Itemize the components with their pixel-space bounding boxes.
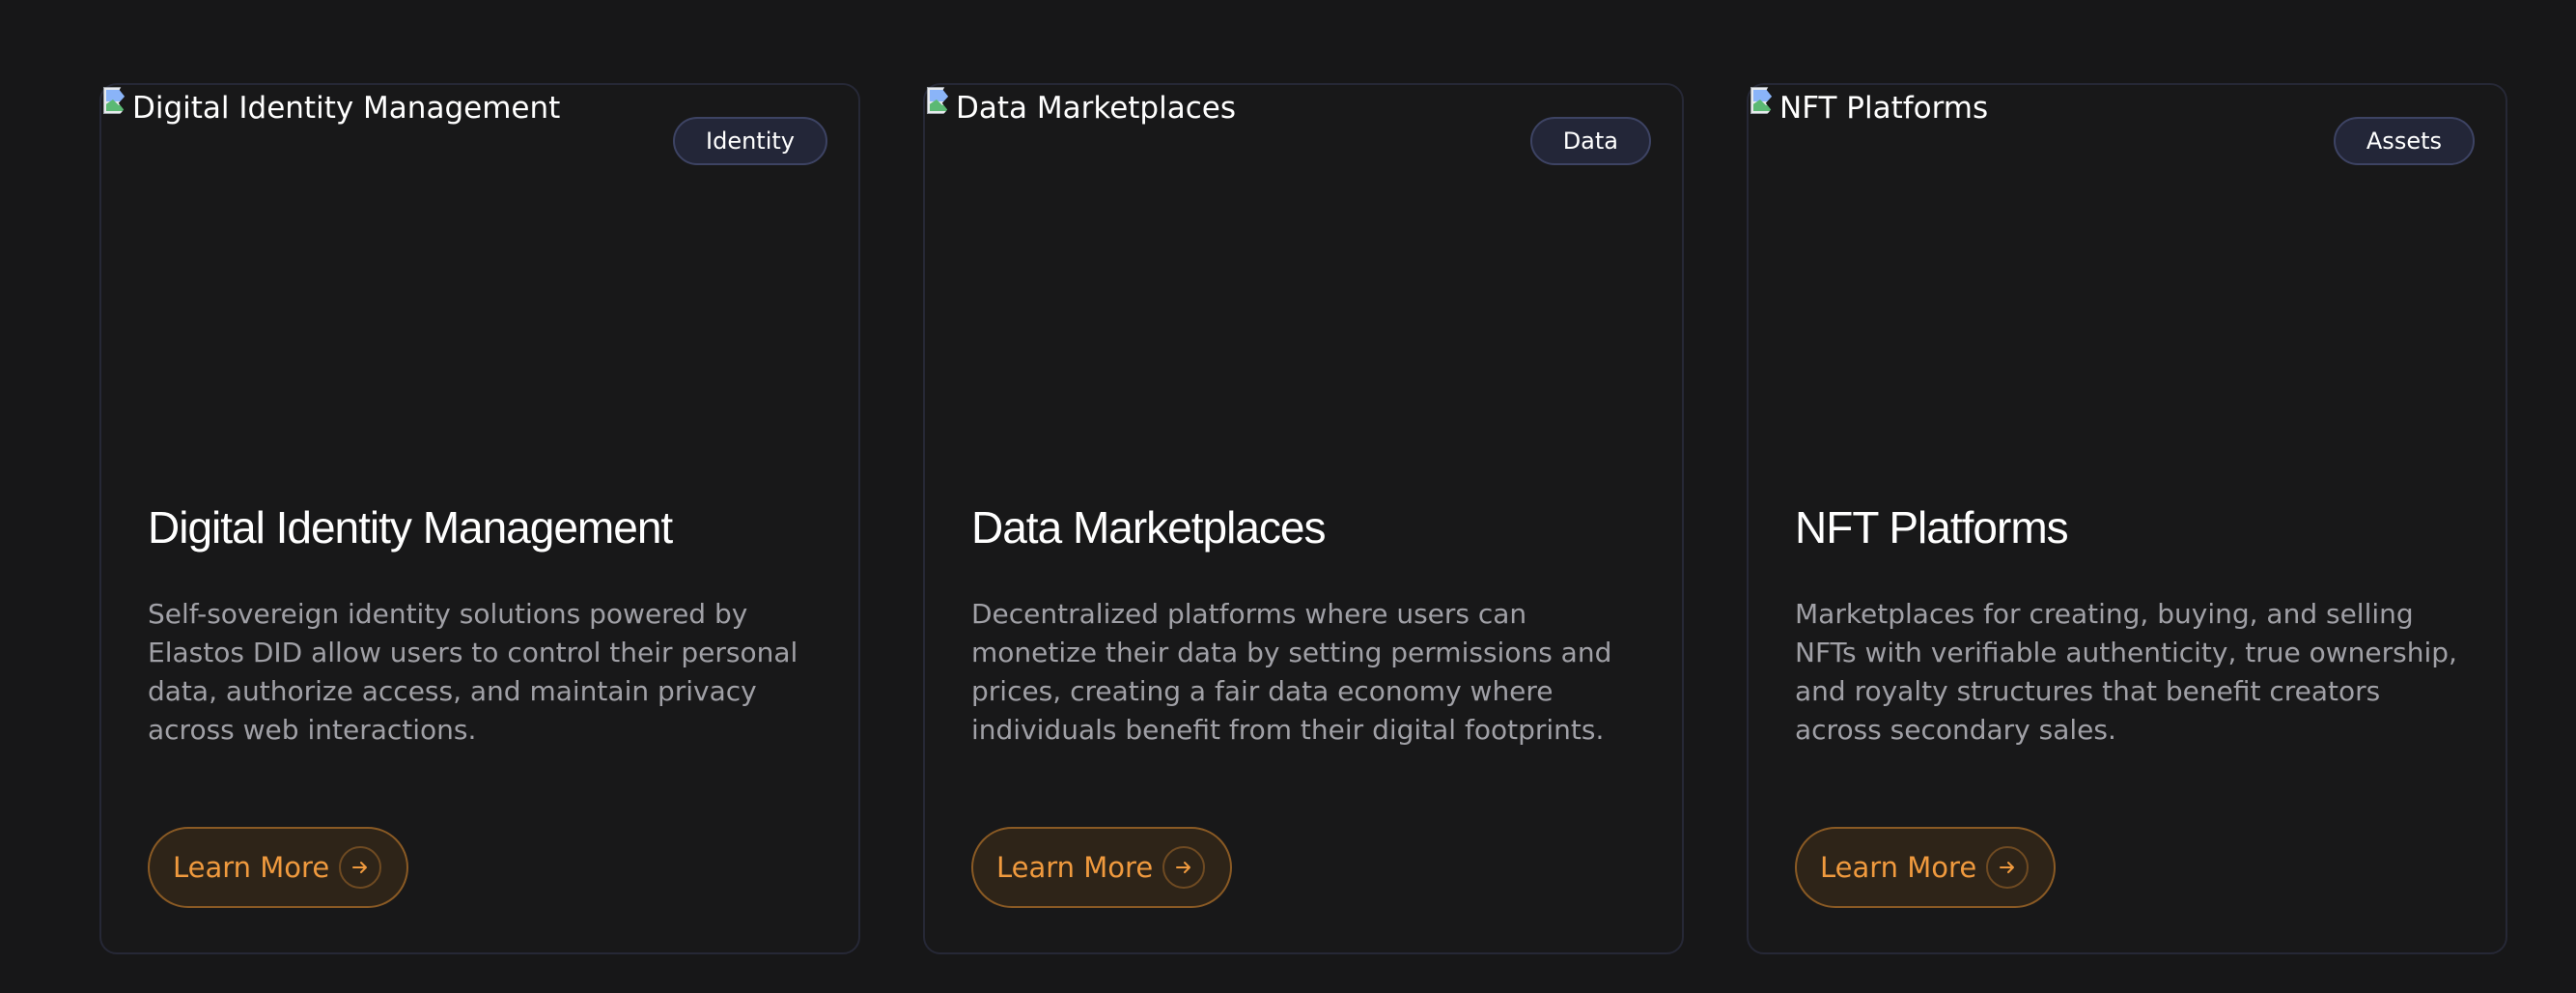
broken-image-icon <box>101 85 132 116</box>
card-title: NFT Platforms <box>1795 502 2069 553</box>
learn-more-button[interactable]: Learn More <box>1795 827 2057 908</box>
use-case-card-grid: Digital Identity Management Identity Dig… <box>99 83 2507 954</box>
card-description: Marketplaces for creating, buying, and s… <box>1795 598 2457 746</box>
image-alt-text: Data Marketplaces <box>956 91 1236 126</box>
use-case-card-nft-platforms: NFT Platforms Assets NFT Platforms Marke… <box>1747 83 2507 954</box>
card-description: Decentralized platforms where users can … <box>971 598 1612 746</box>
broken-image-icon <box>1749 85 1779 116</box>
learn-more-label: Learn More <box>996 851 1154 884</box>
card-image: Digital Identity Management <box>101 85 560 143</box>
image-alt-text: Digital Identity Management <box>132 91 561 126</box>
card-image: Data Marketplaces <box>925 85 1236 143</box>
use-case-card-data-marketplaces: Data Marketplaces Data Data Marketplaces… <box>923 83 1684 954</box>
card-title: Digital Identity Management <box>148 502 673 553</box>
arrow-right-icon <box>1162 846 1206 889</box>
use-case-card-digital-identity: Digital Identity Management Identity Dig… <box>99 83 860 954</box>
arrow-right-icon <box>339 846 382 889</box>
learn-more-button[interactable]: Learn More <box>148 827 409 908</box>
category-badge: Identity <box>673 117 827 165</box>
learn-more-label: Learn More <box>1820 851 1977 884</box>
learn-more-button[interactable]: Learn More <box>971 827 1233 908</box>
card-image: NFT Platforms <box>1749 85 1988 143</box>
image-alt-text: NFT Platforms <box>1779 91 1989 126</box>
broken-image-icon <box>925 85 956 116</box>
learn-more-label: Learn More <box>173 851 330 884</box>
category-badge: Assets <box>2333 117 2475 165</box>
card-title: Data Marketplaces <box>971 502 1326 553</box>
arrow-right-icon <box>1986 846 2030 889</box>
card-description: Self-sovereign identity solutions powere… <box>148 598 798 746</box>
category-badge: Data <box>1529 117 1651 165</box>
